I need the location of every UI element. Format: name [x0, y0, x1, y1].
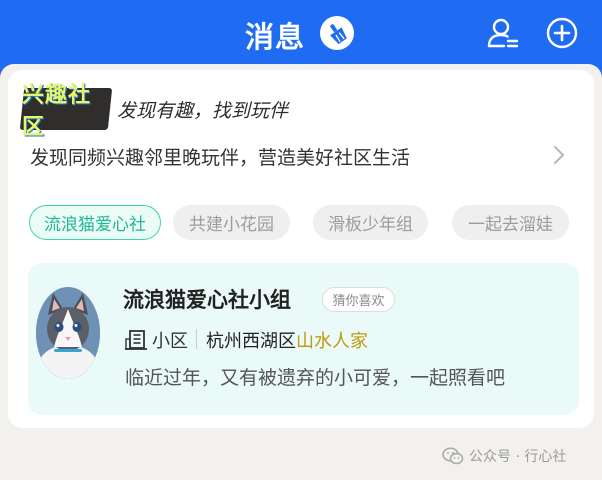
logo-text: 兴趣社区 [22, 83, 92, 140]
contacts-button[interactable] [487, 17, 519, 49]
watermark: 公众号 · 行心社 [442, 446, 566, 466]
group-location: 杭州西湖区山水人家 [206, 327, 368, 353]
chevron-right-icon[interactable] [549, 143, 569, 167]
watermark-text: 公众号 · 行心社 [469, 449, 567, 465]
building-icon [125, 330, 147, 350]
page-title: 消息 [245, 20, 306, 54]
user-list-icon [487, 18, 519, 48]
interest-community-logo: 兴趣社区 [19, 83, 113, 140]
clear-unread-button[interactable] [320, 16, 354, 50]
group-type: 小区 [152, 331, 188, 352]
group-name[interactable]: 流浪猫爱心社小组 [123, 284, 291, 314]
add-button[interactable] [546, 17, 578, 49]
tag-skateboard[interactable]: 滑板少年组 [313, 205, 428, 240]
broom-clean-icon [330, 24, 347, 44]
promo-description[interactable]: 发现同频兴趣邻里晚玩伴，营造美好社区生活 [30, 143, 410, 170]
promo-slogan: 发现有趣，找到玩伴 [117, 100, 289, 122]
divider [196, 329, 197, 349]
cat-avatar [36, 287, 100, 379]
tag-kids-walk[interactable]: 一起去溜娃 [452, 205, 569, 240]
tag-stray-cat-club[interactable]: 流浪猫爱心社 [29, 205, 161, 240]
wechat-icon [442, 447, 464, 465]
recommend-badge: 猜你喜欢 [322, 287, 395, 312]
group-description: 临近过年，又有被遗弃的小可爱，一起照看吧 [125, 367, 506, 389]
location-district: 杭州西湖区 [206, 331, 296, 352]
tag-garden[interactable]: 共建小花园 [173, 205, 290, 240]
location-community: 山水人家 [296, 331, 368, 352]
add-circle-icon [546, 17, 578, 49]
